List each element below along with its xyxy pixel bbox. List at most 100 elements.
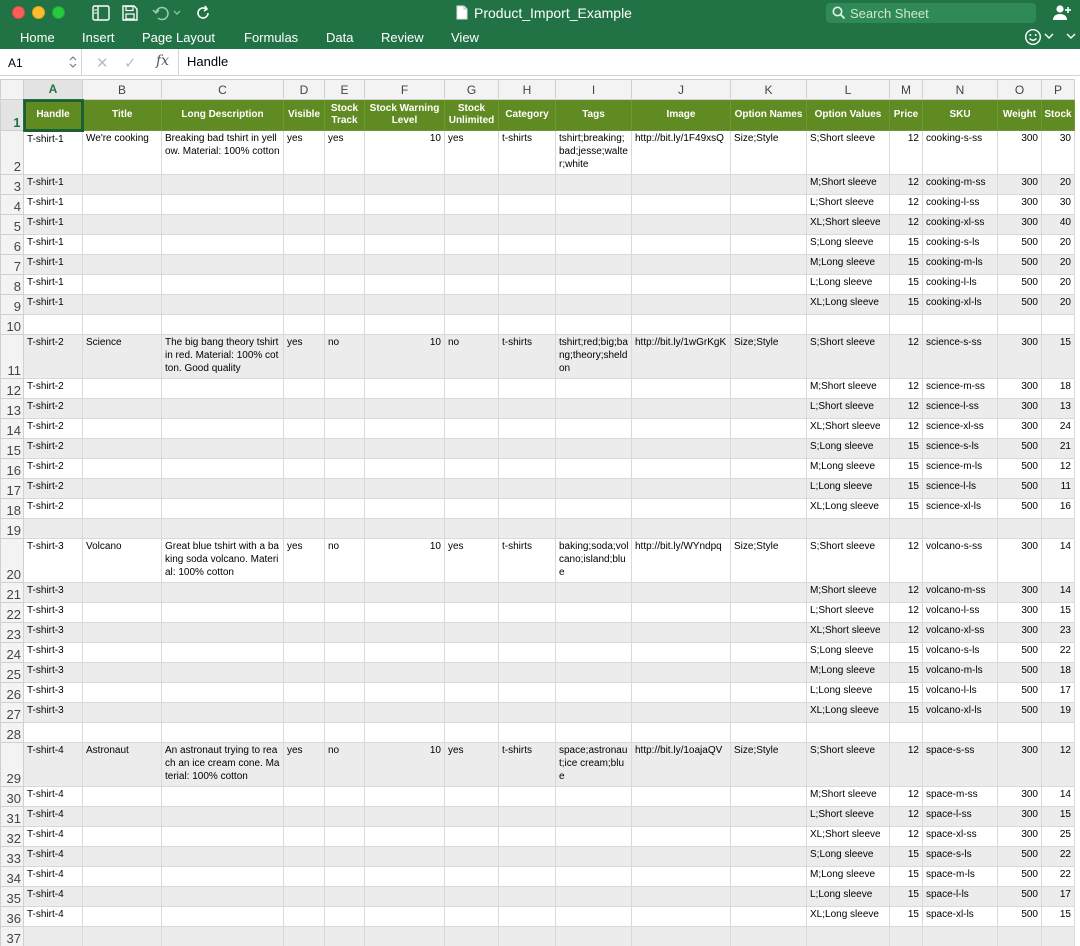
cell[interactable] bbox=[82, 806, 162, 827]
cell[interactable]: 12 bbox=[889, 194, 923, 215]
cell[interactable] bbox=[631, 582, 731, 603]
cell[interactable] bbox=[444, 458, 499, 479]
cell[interactable] bbox=[324, 458, 365, 479]
cell[interactable]: T-shirt-1 bbox=[23, 274, 83, 295]
cell[interactable]: 300 bbox=[997, 214, 1042, 235]
cell[interactable]: 12 bbox=[889, 582, 923, 603]
cell[interactable]: 10 bbox=[364, 334, 445, 379]
cell[interactable] bbox=[364, 438, 445, 459]
row-header[interactable]: 11 bbox=[0, 334, 24, 379]
cell[interactable]: T-shirt-4 bbox=[23, 742, 83, 787]
cell[interactable]: 20 bbox=[1041, 234, 1075, 255]
cell[interactable] bbox=[730, 214, 807, 235]
cell[interactable] bbox=[161, 398, 284, 419]
row-header[interactable]: 5 bbox=[0, 214, 24, 235]
cell[interactable]: 500 bbox=[997, 682, 1042, 703]
cell[interactable] bbox=[730, 906, 807, 927]
row-header[interactable]: 15 bbox=[0, 438, 24, 459]
cell[interactable] bbox=[161, 294, 284, 315]
cell[interactable]: yes bbox=[283, 538, 325, 583]
cell[interactable] bbox=[498, 826, 556, 847]
cancel-entry-icon[interactable]: ✕ bbox=[96, 54, 109, 72]
cell[interactable] bbox=[631, 174, 731, 195]
cell[interactable]: http://bit.ly/1F49xsQ bbox=[631, 130, 731, 175]
cell[interactable]: 30 bbox=[1041, 130, 1075, 175]
cell[interactable] bbox=[324, 602, 365, 623]
row-header[interactable]: 20 bbox=[0, 538, 24, 583]
cell[interactable] bbox=[324, 438, 365, 459]
cell[interactable] bbox=[498, 806, 556, 827]
column-header-d[interactable]: D bbox=[283, 79, 325, 100]
cell[interactable]: volcano-s-ls bbox=[922, 642, 998, 663]
cell[interactable] bbox=[364, 886, 445, 907]
cell[interactable] bbox=[444, 378, 499, 399]
cell[interactable] bbox=[631, 682, 731, 703]
insert-function-button[interactable]: fx bbox=[156, 53, 169, 69]
row-header[interactable]: 12 bbox=[0, 378, 24, 399]
cell[interactable]: volcano-m-ss bbox=[922, 582, 998, 603]
cell[interactable]: L;Short sleeve bbox=[806, 806, 890, 827]
cell[interactable] bbox=[444, 846, 499, 867]
cell[interactable] bbox=[730, 926, 807, 946]
cell[interactable]: T-shirt-3 bbox=[23, 622, 83, 643]
cell[interactable] bbox=[730, 294, 807, 315]
cell[interactable]: 12 bbox=[1041, 742, 1075, 787]
name-box[interactable]: A1 bbox=[0, 49, 82, 76]
header-cell[interactable]: Image bbox=[631, 99, 731, 131]
cell[interactable] bbox=[324, 518, 365, 539]
cell[interactable] bbox=[555, 786, 632, 807]
cell[interactable] bbox=[555, 582, 632, 603]
cell[interactable]: 300 bbox=[997, 806, 1042, 827]
cell[interactable] bbox=[498, 682, 556, 703]
cell[interactable] bbox=[889, 722, 923, 743]
cell[interactable]: Size;Style bbox=[730, 538, 807, 583]
cell[interactable] bbox=[324, 214, 365, 235]
column-header-c[interactable]: C bbox=[161, 79, 284, 100]
cell[interactable]: t-shirts bbox=[498, 538, 556, 583]
cell[interactable] bbox=[444, 234, 499, 255]
cell[interactable] bbox=[498, 906, 556, 927]
cell[interactable] bbox=[997, 518, 1042, 539]
cell[interactable] bbox=[730, 846, 807, 867]
cell[interactable] bbox=[82, 722, 162, 743]
cell[interactable] bbox=[997, 722, 1042, 743]
cell[interactable] bbox=[498, 786, 556, 807]
cell[interactable]: volcano-m-ls bbox=[922, 662, 998, 683]
cell[interactable]: 15 bbox=[889, 234, 923, 255]
cell[interactable] bbox=[631, 234, 731, 255]
cell[interactable] bbox=[283, 438, 325, 459]
cell[interactable] bbox=[283, 234, 325, 255]
cell[interactable]: 15 bbox=[889, 886, 923, 907]
cell[interactable]: T-shirt-3 bbox=[23, 702, 83, 723]
cell[interactable] bbox=[444, 682, 499, 703]
cell[interactable]: S;Long sleeve bbox=[806, 438, 890, 459]
cell[interactable] bbox=[730, 498, 807, 519]
cell[interactable] bbox=[161, 518, 284, 539]
cell[interactable]: no bbox=[444, 334, 499, 379]
cell[interactable] bbox=[82, 294, 162, 315]
cell[interactable]: yes bbox=[444, 130, 499, 175]
cell[interactable] bbox=[283, 866, 325, 887]
cell[interactable] bbox=[730, 518, 807, 539]
cell[interactable] bbox=[161, 722, 284, 743]
row-header[interactable]: 28 bbox=[0, 722, 24, 743]
cell[interactable] bbox=[161, 622, 284, 643]
cell[interactable] bbox=[631, 214, 731, 235]
cell[interactable] bbox=[324, 378, 365, 399]
cell[interactable]: 40 bbox=[1041, 214, 1075, 235]
cell[interactable] bbox=[364, 682, 445, 703]
row-header[interactable]: 25 bbox=[0, 662, 24, 683]
tab-review[interactable]: Review bbox=[381, 30, 424, 45]
cell[interactable]: 500 bbox=[997, 234, 1042, 255]
minimize-window-button[interactable] bbox=[32, 6, 45, 19]
cell[interactable] bbox=[498, 378, 556, 399]
cell[interactable]: science-m-ss bbox=[922, 378, 998, 399]
cell[interactable]: T-shirt-3 bbox=[23, 642, 83, 663]
cell[interactable] bbox=[161, 662, 284, 683]
cell[interactable] bbox=[324, 722, 365, 743]
cell[interactable] bbox=[730, 234, 807, 255]
cell[interactable] bbox=[631, 622, 731, 643]
cell[interactable]: t-shirts bbox=[498, 334, 556, 379]
cell[interactable] bbox=[82, 906, 162, 927]
row-header[interactable]: 17 bbox=[0, 478, 24, 499]
